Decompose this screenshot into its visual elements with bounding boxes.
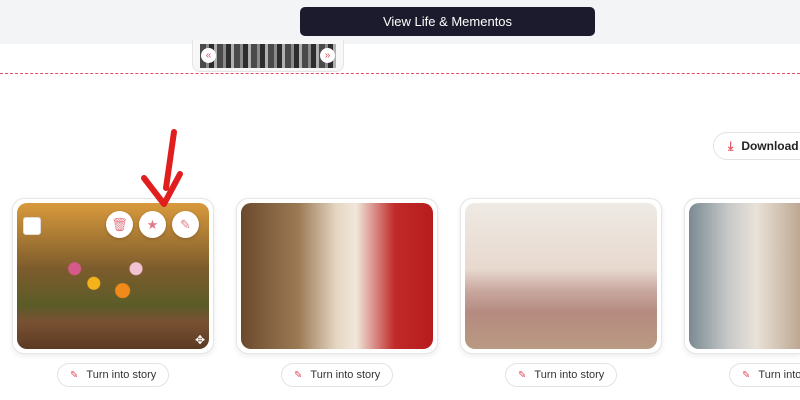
move-icon[interactable]: ✥ <box>195 333 205 347</box>
filmstrip-thumbnail[interactable] <box>200 44 336 68</box>
trash-icon[interactable]: 🗑 <box>106 211 133 238</box>
pencil-icon: ✎ <box>742 369 751 381</box>
photo-card[interactable] <box>236 198 438 354</box>
turn-into-story-label: Turn into story <box>534 369 605 381</box>
star-icon[interactable]: ★ <box>139 211 166 238</box>
turn-into-story-label: Turn into story <box>758 369 800 381</box>
pencil-icon[interactable]: ✎ <box>172 211 199 238</box>
photo-card[interactable] <box>460 198 662 354</box>
download-icon: ⤓ <box>728 138 734 153</box>
photo-living-room <box>689 203 800 349</box>
download-button[interactable]: ⤓ Download <box>713 132 800 160</box>
turn-into-story-label: Turn into story <box>86 369 157 381</box>
photo-card[interactable]: 🗑 ★ ✎ ✥ <box>12 198 214 354</box>
turn-into-story-button[interactable]: ✎ Turn into story <box>729 363 800 387</box>
view-life-mementos-button[interactable]: View Life & Mementos <box>300 7 595 36</box>
double-chevron-left-icon[interactable]: « <box>201 48 216 63</box>
download-label: Download <box>741 139 799 153</box>
annotation-arrow <box>141 129 183 207</box>
section-divider <box>0 73 800 74</box>
turn-into-story-button[interactable]: ✎ Turn into story <box>281 363 394 387</box>
pencil-icon: ✎ <box>70 369 79 381</box>
turn-into-story-label: Turn into story <box>310 369 381 381</box>
photo-selfie <box>241 203 433 349</box>
select-checkbox[interactable] <box>23 217 41 235</box>
pencil-icon: ✎ <box>294 369 303 381</box>
turn-into-story-button[interactable]: ✎ Turn into story <box>505 363 618 387</box>
photo-bedroom <box>465 203 657 349</box>
filmstrip: « » <box>192 40 344 72</box>
pencil-icon: ✎ <box>518 369 527 381</box>
turn-into-story-button[interactable]: ✎ Turn into story <box>57 363 170 387</box>
photo-card[interactable] <box>684 198 800 354</box>
double-chevron-right-icon[interactable]: » <box>320 48 335 63</box>
